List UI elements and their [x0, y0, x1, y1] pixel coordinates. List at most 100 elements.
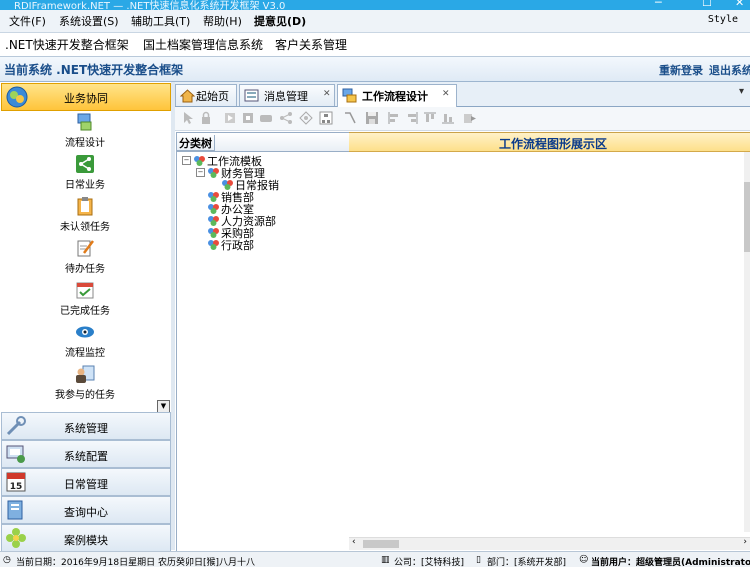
nav-item-todo-tasks[interactable]: 待办任务 — [0, 238, 170, 275]
horizontal-scrollbar[interactable]: ‹ › — [349, 537, 750, 550]
home-icon — [180, 89, 195, 103]
maximize-button[interactable]: ☐ — [702, 0, 712, 9]
tab-message-management[interactable]: 消息管理 ✕ — [239, 84, 335, 106]
flow-design-icon — [77, 113, 92, 131]
clock-icon: ◷ — [3, 555, 11, 565]
category-tree-panel: 分类树 − 工作流模板 − 财务管理 日常报销 销售部 办公室 人力资源部 采购… — [176, 132, 350, 552]
dept-icon: ▯ — [476, 555, 481, 565]
module-system-management[interactable]: 系统管理 — [1, 412, 171, 440]
scrollbar-thumb[interactable] — [363, 540, 399, 548]
tree-panel-title: 分类树 — [177, 135, 215, 151]
menu-system-settings[interactable]: 系统设置(S) — [59, 13, 119, 29]
align-left-icon[interactable] — [387, 111, 401, 125]
nav-section-header[interactable]: 业务协同 — [1, 83, 171, 111]
nav-item-label: 未认领任务 — [60, 222, 110, 233]
align-bottom-icon[interactable] — [441, 111, 455, 125]
start-node-icon[interactable] — [223, 111, 237, 125]
system-link-framework[interactable]: .NET快速开发整合框架 — [5, 36, 129, 53]
menu-file[interactable]: 文件(F) — [9, 13, 46, 29]
clipboard-icon — [77, 197, 93, 216]
nav-section-title: 业务协同 — [64, 92, 108, 105]
current-system-label: 当前系统 .NET快速开发整合框架 — [4, 63, 184, 77]
scroll-right-icon[interactable]: › — [743, 537, 747, 547]
task-node-icon[interactable] — [259, 111, 273, 125]
connector-icon[interactable] — [343, 111, 357, 125]
relogin-link[interactable]: 重新登录 — [659, 62, 703, 78]
system-link-land-archive[interactable]: 国土档案管理信息系统 — [143, 36, 263, 53]
nav-item-label: 流程监控 — [65, 348, 105, 359]
workflow-canvas-title: 工作流程图形展示区 — [498, 137, 607, 151]
window-title: RDIFramework.NET — .NET快速信息化系统开发框架 V3.0 — [14, 1, 286, 10]
close-icon[interactable]: ✕ — [442, 89, 450, 99]
scroll-left-icon[interactable]: ‹ — [352, 537, 356, 547]
tree-collapse-toggle[interactable]: − — [196, 168, 205, 177]
nav-item-daily-business[interactable]: 日常业务 — [0, 154, 170, 191]
tab-label: 工作流程设计 — [362, 90, 428, 103]
edit-doc-icon — [77, 240, 94, 257]
status-department: 部门：[系统开发部] — [487, 558, 567, 568]
flow-design-icon — [342, 88, 357, 103]
system-switch-bar: .NET快速开发整合框架 国土档案管理信息系统 客户关系管理 — [0, 33, 750, 57]
nav-item-my-tasks[interactable]: 我参与的任务 — [0, 364, 170, 401]
lock-icon[interactable] — [199, 111, 213, 125]
scrollbar-thumb[interactable] — [744, 182, 750, 252]
tab-workflow-design[interactable]: 工作流程设计 ✕ — [337, 84, 457, 107]
nav-item-unclaimed-tasks[interactable]: 未认领任务 — [0, 196, 170, 233]
menu-feedback[interactable]: 提意见(D) — [254, 13, 306, 29]
align-right-icon[interactable] — [405, 111, 419, 125]
nav-item-label: 已完成任务 — [60, 306, 110, 317]
status-user: 当前用户：超级管理员(Administrator) — [591, 558, 750, 568]
menu-tools[interactable]: 辅助工具(T) — [131, 13, 190, 29]
tree-collapse-toggle[interactable]: − — [182, 156, 191, 165]
close-button[interactable]: ✕ — [735, 0, 744, 9]
nav-item-flow-design[interactable]: 流程设计 — [0, 112, 170, 149]
nav-item-completed-tasks[interactable]: 已完成任务 — [0, 280, 170, 317]
tree-node-label: 行政部 — [221, 239, 254, 252]
folder-icon — [208, 168, 219, 178]
save-icon[interactable] — [365, 111, 379, 125]
fork-icon[interactable] — [279, 111, 293, 125]
folder-icon — [194, 156, 205, 166]
left-navigation: 业务协同 流程设计 日常业务 未认领任务 待办任务 已完成任务 流程监控 我参与… — [0, 82, 172, 552]
eye-icon — [76, 326, 94, 338]
title-bar: RDIFramework.NET — .NET快速信息化系统开发框架 V3.0 … — [0, 0, 750, 10]
vertical-scrollbar[interactable] — [744, 152, 750, 532]
module-label: 系统配置 — [64, 450, 108, 463]
module-label: 日常管理 — [64, 478, 108, 491]
workflow-canvas-panel[interactable]: 工作流程图形展示区 ‹ › — [349, 132, 750, 551]
module-label: 查询中心 — [64, 506, 108, 519]
menu-bar: 文件(F) 系统设置(S) 辅助工具(T) 帮助(H) 提意见(D) Style — [0, 10, 750, 33]
tree-panel-header: 分类树 — [177, 133, 349, 152]
menu-help[interactable]: 帮助(H) — [203, 13, 242, 29]
module-daily-management[interactable]: 15 日常管理 — [1, 468, 171, 496]
pointer-icon[interactable] — [181, 111, 195, 125]
nav-item-label: 我参与的任务 — [55, 390, 115, 401]
current-system-bar: 当前系统 .NET快速开发整合框架 重新登录 退出系统 — [0, 57, 750, 82]
decision-icon[interactable] — [299, 111, 313, 125]
panel-splitter[interactable] — [171, 82, 175, 550]
tab-label: 起始页 — [196, 90, 229, 103]
minimize-button[interactable]: ─ — [655, 0, 662, 9]
user-icon: ☺ — [579, 555, 589, 565]
system-link-crm[interactable]: 客户关系管理 — [275, 36, 347, 53]
building-icon: ▥ — [381, 555, 390, 565]
close-icon[interactable]: ✕ — [323, 89, 331, 99]
align-top-icon[interactable] — [423, 111, 437, 125]
share-icon — [76, 155, 94, 173]
nav-item-label: 日常业务 — [65, 180, 105, 191]
logout-link[interactable]: 退出系统 — [709, 62, 750, 78]
tree-node[interactable]: 行政部 — [207, 237, 254, 253]
export-icon[interactable] — [463, 111, 477, 125]
tab-start-page[interactable]: 起始页 — [175, 84, 237, 106]
tab-bar: 起始页 消息管理 ✕ 工作流程设计 ✕ ▾ — [175, 82, 750, 107]
module-system-config[interactable]: 系统配置 — [1, 440, 171, 468]
module-query-center[interactable]: 查询中心 — [1, 496, 171, 524]
module-case-module[interactable]: 案例模块 — [1, 524, 171, 552]
subflow-icon[interactable] — [319, 111, 333, 125]
tab-label: 消息管理 — [264, 90, 308, 103]
tab-overflow-button[interactable]: ▾ — [739, 86, 744, 97]
end-node-icon[interactable] — [241, 111, 255, 125]
nav-item-flow-monitor[interactable]: 流程监控 — [0, 322, 170, 359]
style-menu[interactable]: Style — [708, 14, 738, 25]
status-bar: ◷ 当前日期：2016年9月18日星期日 农历癸卯日[猴]八月十八 ▥ 公司：[… — [0, 551, 750, 568]
